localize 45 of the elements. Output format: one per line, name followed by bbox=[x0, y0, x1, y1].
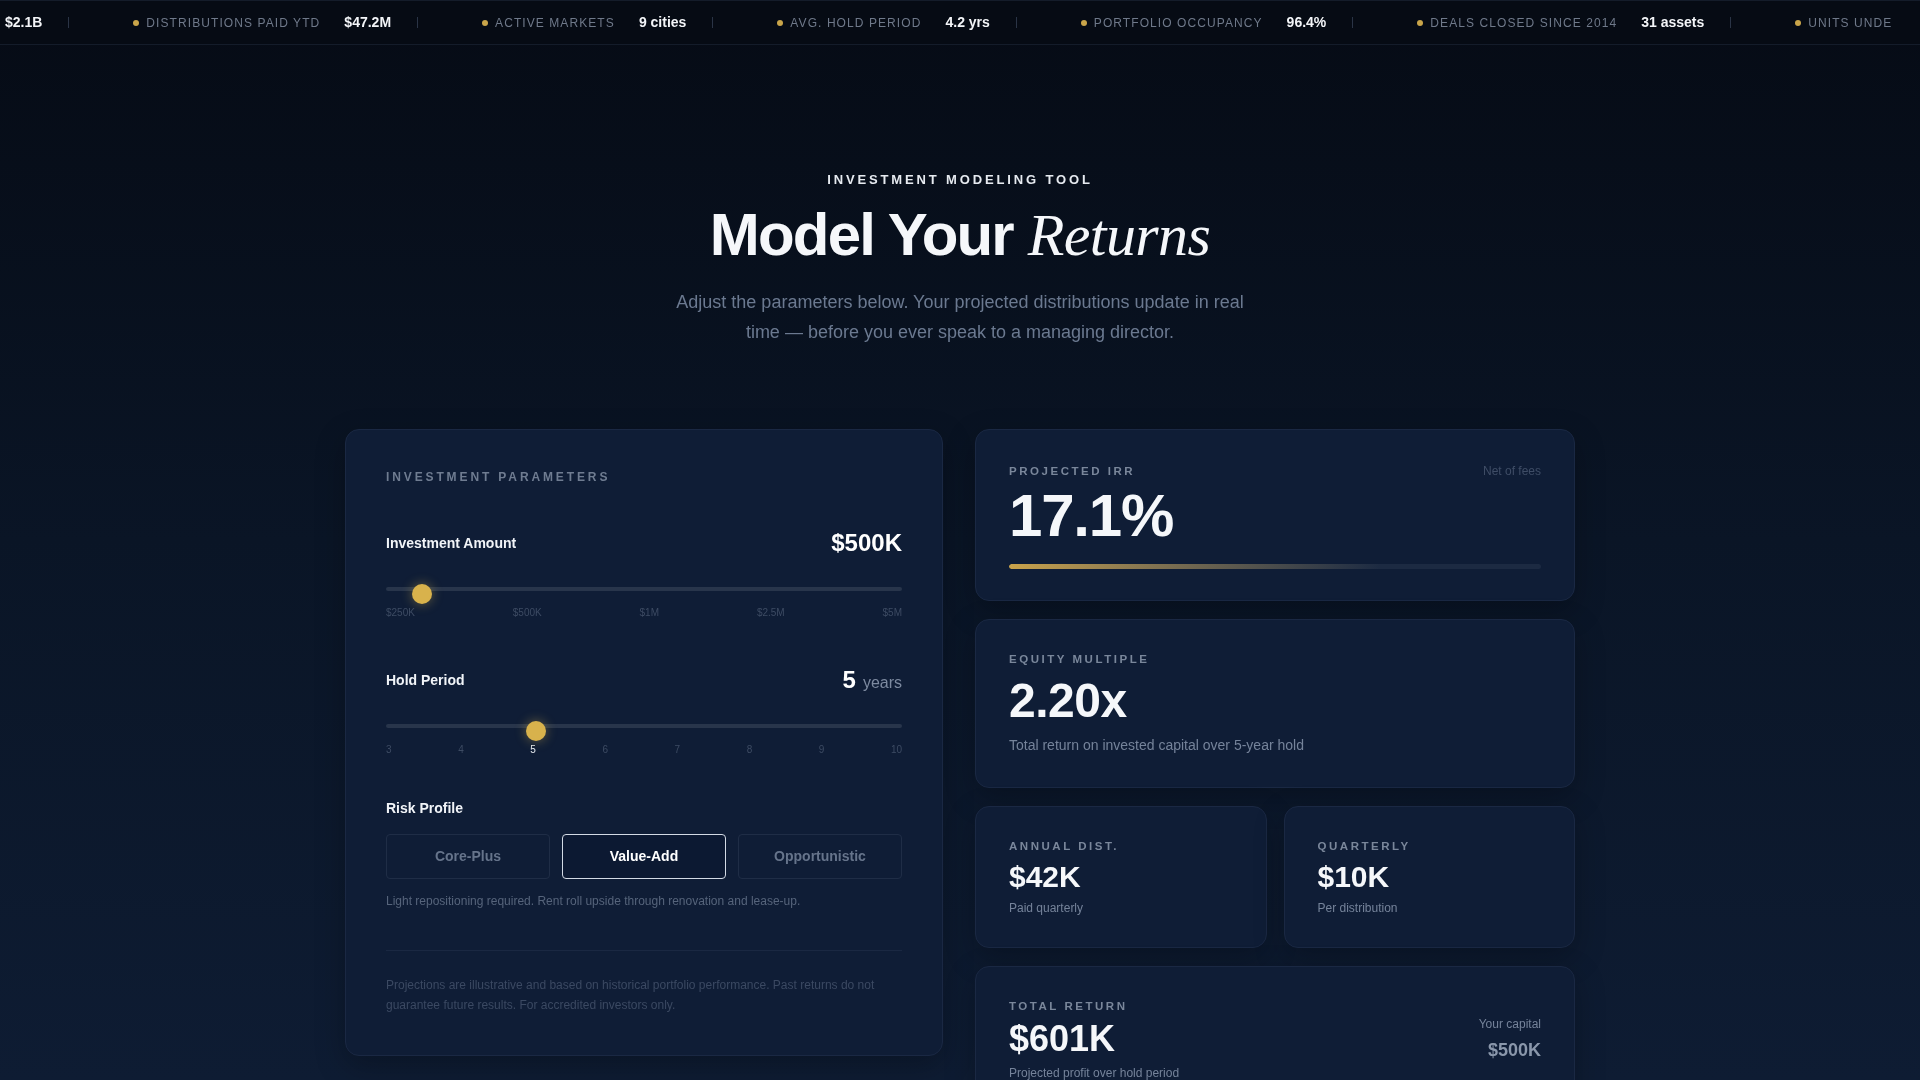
risk-option-button[interactable]: Opportunistic bbox=[738, 834, 902, 879]
metric-value: 2.20x bbox=[1009, 675, 1128, 727]
metric-label: TOTAL RETURN bbox=[1009, 999, 1129, 1013]
ticker-label: ACTIVE MARKETS bbox=[495, 14, 615, 32]
ticker-label: UNITS UNDE bbox=[1808, 14, 1893, 32]
ticker-label: PORTFOLIO OCCUPANCY bbox=[1093, 14, 1263, 32]
metric-value: $601K bbox=[1009, 1019, 1117, 1059]
ticker-label: DISTRIBUTIONS PAID YTD bbox=[146, 14, 321, 32]
metric-value: $10K bbox=[1317, 860, 1391, 894]
slider-value: $500K bbox=[831, 528, 902, 558]
risk-profile-label: Risk Profile bbox=[386, 799, 465, 818]
ticker-value: 96.4% bbox=[1286, 13, 1327, 32]
metric-value: 17.1% bbox=[1009, 486, 1175, 546]
capital-label: Your capital bbox=[1478, 1016, 1541, 1032]
metric-value: $42K bbox=[1009, 860, 1082, 894]
ticker-value: $47.2M bbox=[344, 13, 392, 32]
ticker-value: 9 cities bbox=[638, 13, 687, 32]
metric-description: Paid quarterly bbox=[1009, 900, 1085, 916]
slider-thumb[interactable] bbox=[412, 584, 433, 604]
ticker-value: $2.1B bbox=[5, 13, 43, 32]
page-title: Model Your Returns bbox=[709, 202, 1211, 268]
unit-label: years bbox=[862, 673, 902, 693]
tick-label: 5 bbox=[530, 743, 536, 757]
risk-description: Light repositioning required. Rent roll upside through renovation and lease-up. bbox=[386, 893, 802, 910]
ticker-value: 31 assets bbox=[1641, 13, 1705, 32]
slider-value: 5 bbox=[842, 665, 856, 695]
metric-label: EQUITY MULTIPLE bbox=[1009, 652, 1151, 666]
metric-description: Projected profit over hold period bbox=[1009, 1065, 1180, 1080]
hero-subtitle: Adjust the parameters below. Your projected distributions update in real time — before you ever speak to a managing director. bbox=[675, 291, 1245, 344]
ticker-value: 4.2 yrs bbox=[945, 13, 990, 32]
slider-label: Hold Period bbox=[386, 670, 465, 690]
ticker-label: AVG. HOLD PERIOD bbox=[790, 14, 922, 32]
slider-thumb[interactable] bbox=[525, 721, 546, 741]
metric-description: Total return on invested capital over 5-year hold bbox=[1009, 736, 1305, 755]
capital-value: $500K bbox=[1487, 1039, 1541, 1062]
metric-description: Per distribution bbox=[1317, 900, 1399, 916]
metric-label: ANNUAL DIST. bbox=[1009, 839, 1120, 853]
risk-option-button[interactable]: Core-Plus bbox=[386, 834, 550, 879]
panel-heading: INVESTMENT PARAMETERS bbox=[386, 469, 612, 485]
metric-label: PROJECTED IRR bbox=[1009, 464, 1136, 478]
metric-label: QUARTERLY bbox=[1317, 839, 1412, 853]
risk-option-button[interactable]: Value-Add bbox=[562, 834, 726, 879]
slider-label: Investment Amount bbox=[386, 533, 517, 553]
eyebrow-label: INVESTMENT MODELING TOOL bbox=[827, 172, 1093, 188]
ticker-label: DEALS CLOSED SINCE 2014 bbox=[1430, 14, 1618, 32]
